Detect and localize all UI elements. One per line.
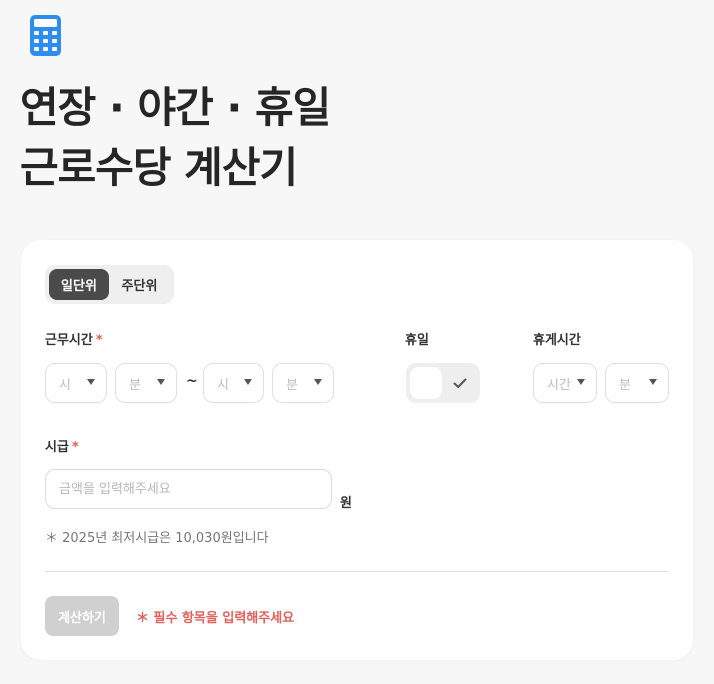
- wage-label-text: 시급: [45, 440, 69, 455]
- break-hour-value: 시간: [547, 377, 571, 393]
- tab-weekly[interactable]: 주단위: [109, 269, 170, 300]
- calculator-card: 일단위 주단위 근무시간 * 시 분 ~ 시 분 휴일 휴게시간 시간 분 시급…: [21, 240, 693, 660]
- wage-input[interactable]: [45, 469, 332, 509]
- chevron-down-icon: [577, 379, 585, 385]
- required-mark: *: [71, 440, 79, 455]
- break-minute-value: 분: [619, 377, 631, 393]
- holiday-label: 휴일: [405, 333, 429, 348]
- required-mark: *: [95, 333, 103, 348]
- start-minute-value: 분: [129, 377, 141, 393]
- work-time-label: 근무시간 *: [45, 329, 103, 348]
- wage-unit: 원: [340, 496, 352, 511]
- chevron-down-icon: [87, 379, 95, 385]
- toggle-knob: [410, 367, 442, 399]
- chevron-down-icon: [314, 379, 322, 385]
- work-time-label-text: 근무시간: [45, 333, 93, 348]
- check-icon: [453, 378, 467, 388]
- break-time-label: 휴게시간: [533, 333, 581, 348]
- end-minute-value: 분: [286, 377, 298, 393]
- time-range-separator: ~: [186, 373, 198, 389]
- end-minute-select[interactable]: 분: [272, 363, 334, 403]
- mode-segmented-control: 일단위 주단위: [45, 265, 174, 304]
- required-warning: ＊ 필수 항목을 입력해주세요: [136, 611, 295, 626]
- start-hour-select[interactable]: 시: [45, 363, 107, 403]
- tab-daily[interactable]: 일단위: [49, 269, 109, 300]
- divider: [45, 571, 669, 572]
- calculator-icon: [30, 15, 61, 56]
- end-hour-select[interactable]: 시: [203, 363, 264, 403]
- start-hour-value: 시: [59, 377, 71, 393]
- holiday-toggle[interactable]: [406, 363, 480, 403]
- page-title-line2: 근로수당 계산기: [20, 143, 298, 192]
- page-title: 연장 · 야간 · 휴일 근로수당 계산기: [20, 78, 331, 198]
- break-hour-select[interactable]: 시간: [533, 363, 597, 403]
- minimum-wage-note: ＊ 2025년 최저시급은 10,030원입니다: [45, 531, 269, 546]
- calculate-button[interactable]: 계산하기: [45, 596, 119, 636]
- wage-label: 시급 *: [45, 436, 79, 455]
- page-title-line1: 연장 · 야간 · 휴일: [20, 83, 331, 132]
- chevron-down-icon: [649, 379, 657, 385]
- start-minute-select[interactable]: 분: [115, 363, 177, 403]
- chevron-down-icon: [244, 379, 252, 385]
- break-minute-select[interactable]: 분: [605, 363, 669, 403]
- chevron-down-icon: [157, 379, 165, 385]
- end-hour-value: 시: [217, 377, 229, 393]
